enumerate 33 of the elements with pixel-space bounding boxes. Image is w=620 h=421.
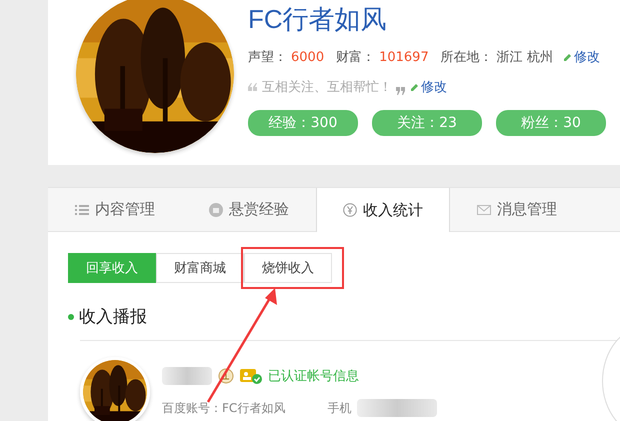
sub-tab[interactable]: 烧饼收入 (244, 253, 332, 283)
tab[interactable]: 消息管理 (450, 188, 584, 231)
stat-value: 101697 (379, 50, 429, 64)
edit-link[interactable]: 修改 (410, 78, 447, 96)
user-name: FC行者如风 (248, 3, 388, 36)
yen-icon (343, 203, 357, 217)
verified-link[interactable]: 已认证帐号信息 (268, 367, 359, 385)
stat-label: 声望： (248, 49, 287, 66)
location: 浙江 杭州 (496, 49, 553, 66)
quote-icon (248, 83, 258, 91)
tab[interactable]: 内容管理 (48, 188, 182, 231)
sub-tab[interactable]: 财富商城 (156, 253, 244, 283)
baidu-account: 百度账号：FC行者如风 (162, 400, 286, 416)
blurred-name (162, 367, 212, 385)
coin-icon (209, 202, 223, 216)
edit-link[interactable]: 修改 (562, 48, 600, 66)
section-title: 收入播报 (79, 306, 147, 328)
mail-icon (477, 202, 491, 216)
motto: 互相关注、互相帮忙！ (262, 79, 392, 96)
location-label: 所在地： (440, 49, 493, 66)
medal-icon (218, 367, 234, 385)
tab[interactable]: 收入统计 (316, 188, 450, 232)
bullet-icon (68, 314, 74, 320)
pencil-icon (562, 52, 572, 62)
pencil-icon (410, 82, 419, 92)
tab[interactable]: 悬赏经验 (182, 188, 316, 231)
phone-label: 手机 (327, 400, 352, 416)
verified-icon (240, 368, 262, 384)
stat-value: 6000 (291, 50, 324, 64)
stat-label: 财富： (336, 49, 376, 66)
sub-tab[interactable]: 回享收入 (68, 253, 156, 283)
list-icon (75, 202, 89, 216)
quote-icon (396, 87, 406, 95)
